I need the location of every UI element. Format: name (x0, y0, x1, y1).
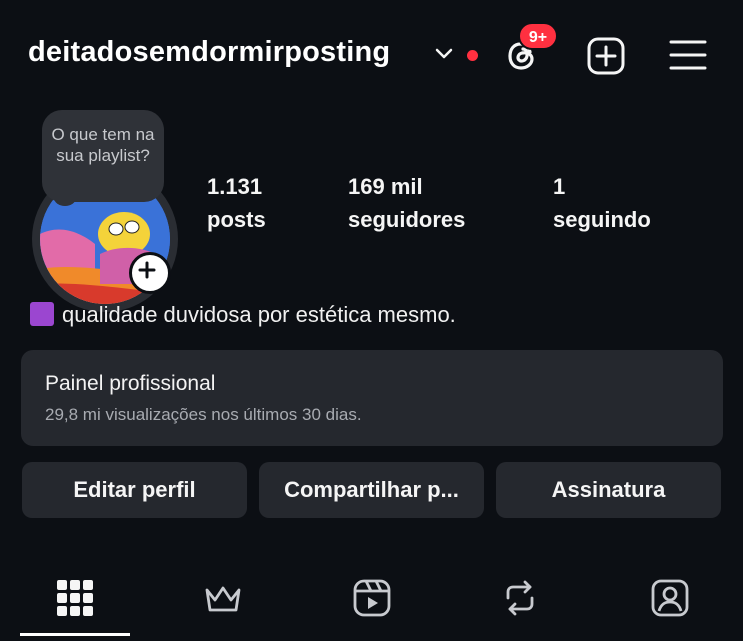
username-switcher[interactable]: deitadosemdormirposting (28, 36, 390, 69)
following-count[interactable]: 1 (553, 174, 565, 200)
posts-count[interactable]: 1.131 (207, 174, 262, 200)
following-label[interactable]: seguindo (553, 207, 651, 233)
panel-title: Painel profissional (45, 372, 216, 395)
profile-header: deitadosemdormirposting 9+ (0, 0, 743, 110)
unread-dot (467, 50, 478, 61)
bio-text: qualidade duvidosa por estética mesmo. (62, 302, 456, 327)
reposts-icon[interactable] (500, 578, 540, 618)
add-story-button[interactable] (129, 252, 171, 294)
menu-icon[interactable] (669, 38, 707, 72)
grid-icon[interactable] (55, 578, 95, 618)
purple-square-emoji (30, 302, 54, 326)
note-text: O que tem na sua playlist? (51, 125, 155, 165)
edit-profile-button[interactable]: Editar perfil (22, 462, 247, 518)
reels-icon[interactable] (352, 578, 392, 618)
followers-count[interactable]: 169 mil (348, 174, 423, 200)
posts-label[interactable]: posts (207, 207, 266, 233)
followers-label[interactable]: seguidores (348, 207, 465, 233)
plus-icon (138, 261, 156, 279)
professional-dashboard[interactable]: Painel profissional 29,8 mi visualizaçõe… (21, 350, 723, 446)
crown-icon[interactable] (203, 578, 243, 618)
chevron-down-icon[interactable] (434, 46, 454, 62)
share-profile-button[interactable]: Compartilhar p... (259, 462, 484, 518)
notification-badge: 9+ (518, 22, 558, 50)
tagged-icon[interactable] (650, 578, 690, 618)
bio: qualidade duvidosa por estética mesmo. (30, 302, 456, 328)
note-bubble[interactable]: O que tem na sua playlist? (42, 110, 164, 202)
active-tab-indicator (20, 633, 130, 636)
add-post-icon[interactable] (586, 36, 626, 76)
panel-subtitle: 29,8 mi visualizações nos últimos 30 dia… (45, 405, 362, 424)
subscription-button[interactable]: Assinatura (496, 462, 721, 518)
